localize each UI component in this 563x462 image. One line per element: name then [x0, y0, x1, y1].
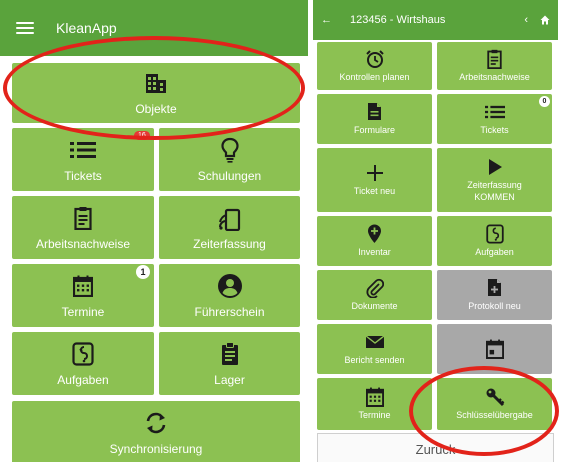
clipboard-list-icon [221, 341, 239, 367]
schulungen-label: Schulungen [197, 168, 262, 183]
termine-label: Termine [61, 304, 105, 319]
fuehrerschein-tile[interactable]: Führerschein [159, 264, 300, 327]
lager-label: Lager [214, 372, 245, 387]
tasks-icon [485, 224, 504, 244]
tickets-label-right: Tickets [480, 124, 509, 135]
objekte-tile[interactable]: Objekte [12, 63, 300, 123]
home-icon[interactable] [540, 15, 550, 25]
hamburger-icon[interactable] [16, 22, 34, 34]
fuehrerschein-label: Führerschein [194, 304, 265, 319]
arbeitsnachweise-tile[interactable]: Arbeitsnachweise [12, 196, 154, 259]
app-header: KleanApp [0, 0, 308, 56]
bericht-senden-tile[interactable]: Bericht senden [317, 324, 432, 374]
dokumente-tile[interactable]: Dokumente [317, 270, 432, 320]
play-icon [487, 157, 503, 177]
zeiterfassung-tile[interactable]: Zeiterfassung [159, 196, 300, 259]
termine-tile[interactable]: Termine [12, 264, 154, 327]
tickets-tile[interactable]: Tickets [12, 128, 154, 191]
lager-tile[interactable]: Lager [159, 332, 300, 395]
main-menu-screen: KleanApp Objekte Tickets 16 Schulungen A… [0, 0, 308, 462]
paperclip-icon [365, 278, 384, 298]
ticket-neu-tile[interactable]: Ticket neu [317, 148, 432, 212]
formulare-tile[interactable]: Formulare [317, 94, 432, 144]
chevron-left-icon[interactable]: ‹ [524, 14, 528, 26]
termine-label-right: Termine [358, 409, 391, 420]
dokumente-label: Dokumente [351, 300, 398, 311]
document-icon [367, 102, 382, 122]
tasks-icon [72, 341, 94, 367]
object-title: 123456 - Wirtshaus [350, 14, 446, 26]
nfc-tap-icon [218, 205, 242, 231]
zeiterfassung-label: Zeiterfassung [193, 236, 266, 251]
schulungen-tile[interactable]: Schulungen [159, 128, 300, 191]
zeiterfassung-kommen-tile[interactable]: Zeiterfassung KOMMEN [437, 148, 552, 212]
kontrollen-planen-label: Kontrollen planen [339, 71, 410, 82]
protokoll-neu-tile[interactable]: Protokoll neu [437, 270, 552, 320]
sync-icon [144, 410, 168, 436]
list-icon [70, 137, 96, 163]
object-detail-screen: ← 123456 - Wirtshaus ‹ Kontrollen planen… [313, 0, 558, 462]
document-plus-icon [487, 278, 502, 298]
zeiterfassung-kommen-label: Zeiterfassung KOMMEN [467, 179, 522, 202]
objekte-label: Objekte [135, 102, 177, 116]
app-title: KleanApp [56, 20, 117, 36]
clipboard-icon [74, 205, 92, 231]
termine-tile-gray[interactable] [437, 324, 552, 374]
termine-badge: 1 [136, 265, 150, 279]
screenshot-stage: KleanApp Objekte Tickets 16 Schulungen A… [0, 0, 563, 462]
arbeitsnachweise-label: Arbeitsnachweise [35, 236, 131, 251]
tickets-tile-right[interactable]: Tickets [437, 94, 552, 144]
back-button[interactable]: Zurück [317, 433, 554, 462]
map-pin-plus-icon [367, 224, 382, 244]
calendar-icon [73, 273, 93, 299]
ticket-neu-label: Ticket neu [353, 185, 396, 196]
tickets-badge: 16 [134, 131, 150, 140]
list-icon [484, 102, 505, 122]
lightbulb-icon [220, 137, 239, 163]
inventar-tile[interactable]: Inventar [317, 216, 432, 266]
aufgaben-tile-right[interactable]: Aufgaben [437, 216, 552, 266]
alarm-icon [365, 49, 385, 69]
clipboard-icon [487, 49, 502, 69]
key-icon [485, 387, 505, 407]
kontrollen-planen-tile[interactable]: Kontrollen planen [317, 42, 432, 90]
plus-icon [366, 163, 384, 183]
tickets-label: Tickets [64, 168, 102, 183]
aufgaben-label: Aufgaben [57, 372, 109, 387]
schluesseluebergabe-tile[interactable]: Schlüsselübergabe [437, 378, 552, 430]
object-header: ← 123456 - Wirtshaus ‹ [313, 0, 558, 40]
envelope-icon [365, 332, 385, 352]
formulare-label: Formulare [353, 124, 395, 135]
inventar-label: Inventar [358, 246, 391, 257]
aufgaben-tile[interactable]: Aufgaben [12, 332, 154, 395]
protokoll-neu-label: Protokoll neu [468, 300, 521, 311]
person-circle-icon [217, 273, 243, 299]
schluesseluebergabe-label: Schlüsselübergabe [456, 409, 533, 420]
aufgaben-label-right: Aufgaben [475, 246, 514, 257]
synchronisierung-tile[interactable]: Synchronisierung [12, 401, 300, 462]
calendar-icon [365, 387, 384, 407]
synchronisierung-label: Synchronisierung [109, 442, 203, 456]
tickets-badge-right: 0 [539, 96, 550, 107]
arbeitsnachweise-label-right: Arbeitsnachweise [459, 71, 530, 82]
bericht-senden-label: Bericht senden [344, 354, 405, 365]
calendar-icon [485, 339, 504, 359]
arrow-left-icon[interactable]: ← [321, 14, 332, 26]
building-icon [145, 70, 167, 96]
termine-tile-right[interactable]: Termine [317, 378, 432, 430]
arbeitsnachweise-tile-right[interactable]: Arbeitsnachweise [437, 42, 552, 90]
